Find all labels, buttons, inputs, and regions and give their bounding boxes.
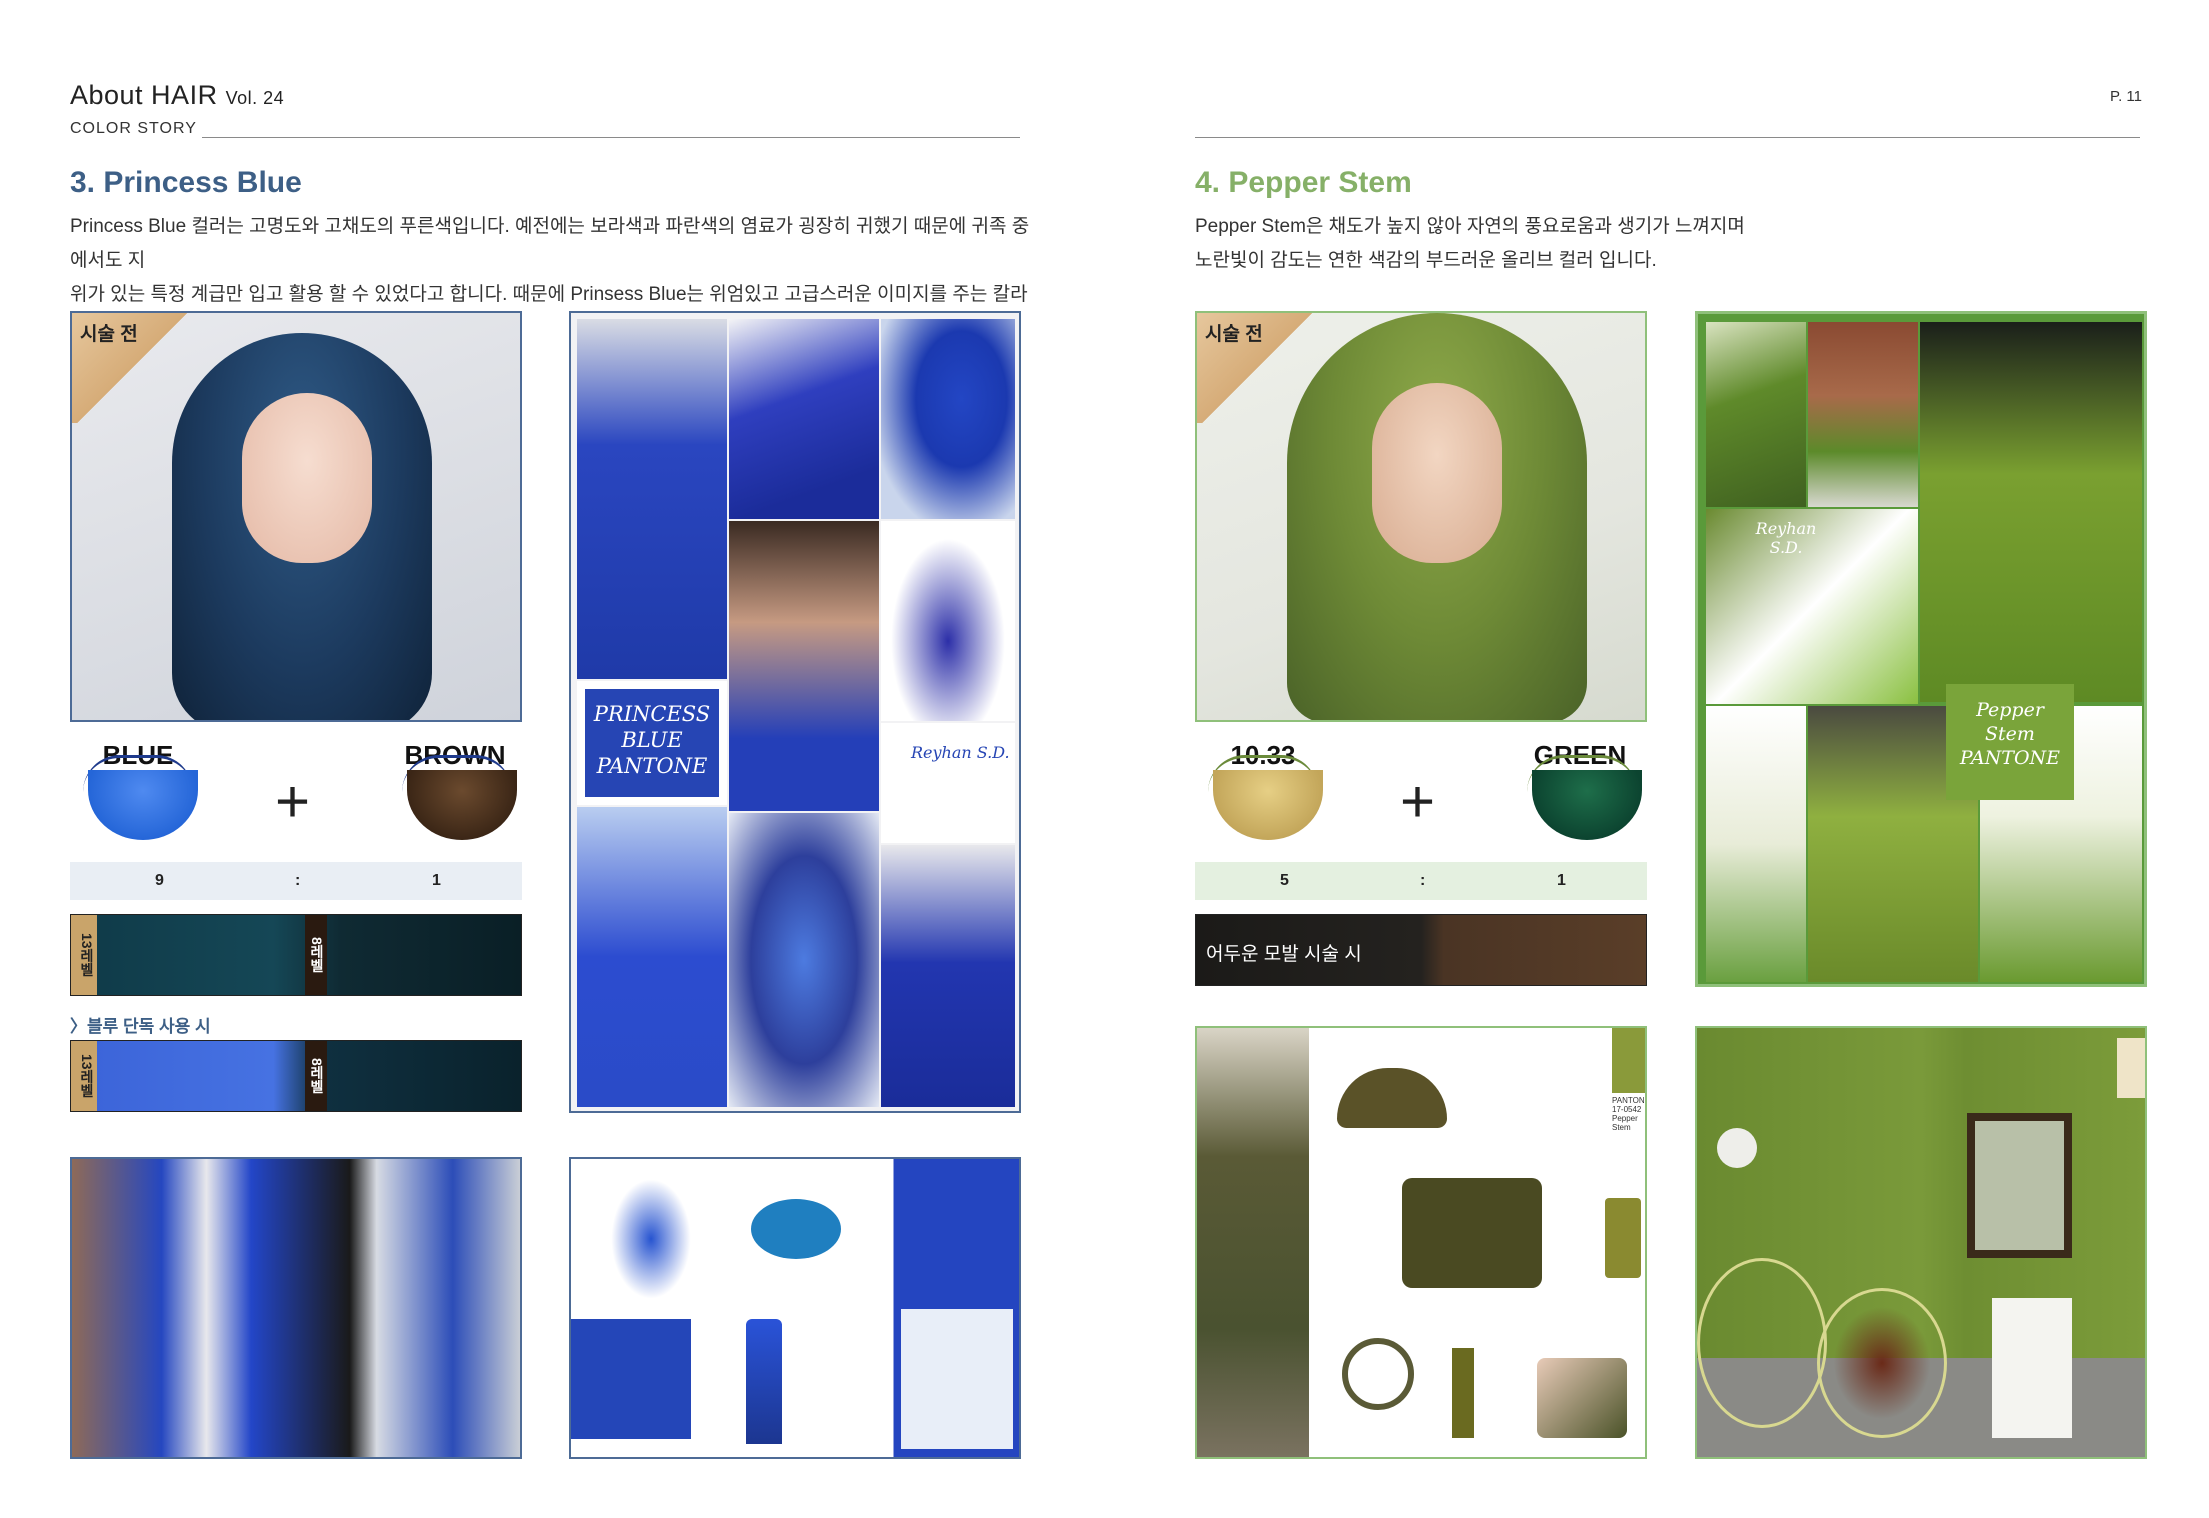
pantone-card-pepper-stem: Pepper Stem PANTONE bbox=[1946, 684, 2074, 800]
blue-porcelain-icon bbox=[901, 1309, 1013, 1449]
description-pepper-stem: Pepper Stem은 채도가 높지 않아 자연의 풍요로움과 생기가 느껴지… bbox=[1195, 210, 1795, 278]
pepper-stem-collage: Reyhan S.D. Pepper Stem PANTONE bbox=[1695, 311, 2147, 987]
collage-blue-leaves bbox=[881, 319, 1015, 519]
watermark-logo: Reyhan S.D. bbox=[911, 743, 1010, 762]
mix-ratio-bar: 9 : 1 bbox=[70, 862, 522, 900]
ratio-a: 9 bbox=[155, 872, 164, 889]
collage-pantone-area: PRINCESS BLUE PANTONE bbox=[577, 681, 727, 805]
section-title-princess-blue: 3. Princess Blue bbox=[70, 166, 302, 199]
pantone-chip-label: PANTONE 17-0542 Pepper Stem bbox=[1612, 1096, 1647, 1132]
collage-model-corset bbox=[729, 521, 879, 811]
description-line: 노란빛이 감도는 연한 색감의 부드러운 올리브 컬러 입니다. bbox=[1195, 250, 1657, 271]
chip-name: Pepper Stem bbox=[1612, 1114, 1638, 1132]
pantone-card-princess-blue: PRINCESS BLUE PANTONE bbox=[585, 689, 719, 797]
ratio-b: 1 bbox=[1557, 872, 1566, 889]
interior-chair-left bbox=[1697, 1258, 1827, 1428]
olive-nail-icon bbox=[1537, 1358, 1627, 1438]
pantone-line: PANTONE bbox=[596, 754, 708, 778]
collage-sapphire-earrings bbox=[881, 521, 1015, 721]
dark-hair-label: 어두운 모발 시술 시 bbox=[1206, 944, 1362, 965]
princess-blue-collage: PRINCESS BLUE PANTONE Reyhan S.D. bbox=[569, 311, 1021, 1113]
ratio-separator: : bbox=[1420, 872, 1426, 889]
face-shape bbox=[242, 393, 372, 563]
before-photo-princess-blue: 시술 전 bbox=[70, 311, 522, 722]
pantone-line: PRINCESS bbox=[593, 702, 711, 726]
single-use-label: 〉블루 단독 사용 시 bbox=[70, 1017, 211, 1036]
level-tag-end: 8레벨 bbox=[305, 1041, 327, 1111]
level-tag-end: 8레벨 bbox=[305, 915, 327, 995]
collage-blue-flowers bbox=[577, 807, 727, 1107]
olive-handbag-icon bbox=[1402, 1178, 1542, 1288]
pantone-line: Pepper bbox=[1976, 699, 2044, 721]
photo-olive-interior bbox=[1695, 1026, 2147, 1459]
mix-ratio-bar: 5 : 1 bbox=[1195, 862, 1647, 900]
watermark-logo: Reyhan S.D. bbox=[1755, 519, 1817, 557]
collage-green-botanical bbox=[1706, 322, 1806, 507]
collage-green-sofa-room bbox=[1808, 322, 1918, 507]
blue-dye-bowl-icon bbox=[88, 770, 198, 840]
photo-olive-fashion-objects: PANTONE 17-0542 Pepper Stem bbox=[1195, 1026, 1647, 1459]
level-tag-start: 13레벨 bbox=[71, 915, 97, 995]
olive-tube-icon bbox=[1605, 1198, 1641, 1278]
blue-bag-icon bbox=[571, 1319, 691, 1439]
description-line: Princess Blue 컬러는 고명도와 고채도의 푸른색입니다. 예전에는… bbox=[70, 216, 1030, 271]
collage-green-bottles: Reyhan S.D. bbox=[1706, 509, 1918, 704]
description-line: Pepper Stem은 채도가 높지 않아 자연의 풍요로움과 생기가 느껴지… bbox=[1195, 216, 1745, 237]
ratio-a: 5 bbox=[1280, 872, 1289, 889]
hair-strand-result-blue: 13레벨 8레벨 bbox=[70, 914, 522, 996]
level-tag-start: 13레벨 bbox=[71, 1041, 97, 1111]
plus-icon: + bbox=[1400, 768, 1436, 835]
collage-green-sketch bbox=[1706, 706, 1806, 982]
blue-mascara-icon bbox=[611, 1179, 691, 1299]
interior-pendant-lamp bbox=[2117, 1038, 2145, 1098]
collage-model-blue-dress bbox=[577, 319, 727, 679]
ratio-separator: : bbox=[295, 872, 301, 889]
chip-code: 17-0542 bbox=[1612, 1105, 1642, 1114]
brown-dye-bowl-icon bbox=[407, 770, 517, 840]
section-label: COLOR STORY bbox=[70, 120, 197, 137]
before-label: 시술 전 bbox=[80, 324, 138, 345]
pantone-line: BLUE bbox=[621, 728, 683, 752]
header-rule-left bbox=[202, 137, 1020, 138]
photo-blue-fashion-street bbox=[70, 1157, 522, 1459]
collage-model-green-fur bbox=[1920, 322, 2142, 702]
hair-strand-single-blue: 13레벨 8레벨 bbox=[70, 1040, 522, 1112]
header-rule-right bbox=[1195, 137, 2140, 138]
collage-blue-clutch bbox=[729, 319, 879, 519]
blue-eyeshadow-icon bbox=[751, 1199, 841, 1259]
olive-street-style bbox=[1197, 1028, 1309, 1457]
volume-label: Vol. 24 bbox=[225, 88, 285, 108]
gold-dye-bowl-icon bbox=[1213, 770, 1323, 840]
face-shape bbox=[1372, 383, 1502, 563]
plus-icon: + bbox=[275, 768, 311, 835]
interior-wall-lamp bbox=[1717, 1128, 1757, 1168]
interior-sink bbox=[1992, 1298, 2072, 1438]
hair-strand-dark-hair: 어두운 모발 시술 시 bbox=[1195, 914, 1647, 986]
olive-watch-icon bbox=[1342, 1338, 1414, 1410]
photo-blue-objects bbox=[569, 1157, 1021, 1459]
brand-name: About HAIR bbox=[70, 80, 218, 110]
interior-chair-right bbox=[1817, 1288, 1947, 1438]
olive-hat-icon bbox=[1337, 1068, 1447, 1128]
collage-watermark-tile: Reyhan S.D. bbox=[881, 723, 1015, 843]
olive-bottle-icon bbox=[1452, 1348, 1474, 1438]
ratio-b: 1 bbox=[432, 872, 441, 889]
page-number: P. 11 bbox=[2110, 88, 2142, 105]
magazine-brand: About HAIR Vol. 24 bbox=[70, 80, 284, 111]
collage-model-blue-suit bbox=[881, 845, 1015, 1107]
pantone-line: Stem bbox=[1985, 723, 2035, 745]
blue-lipstick-icon bbox=[746, 1319, 782, 1444]
section-title-pepper-stem: 4. Pepper Stem bbox=[1195, 166, 1412, 199]
collage-blue-lamp bbox=[729, 813, 879, 1107]
green-dye-bowl-icon bbox=[1532, 770, 1642, 840]
before-label: 시술 전 bbox=[1205, 324, 1263, 345]
pantone-chip-swatch bbox=[1612, 1028, 1645, 1093]
pantone-line: PANTONE bbox=[1959, 747, 2061, 769]
before-photo-pepper-stem: 시술 전 bbox=[1195, 311, 1647, 722]
chip-brand: PANTONE bbox=[1612, 1096, 1647, 1105]
interior-mirror bbox=[1967, 1113, 2072, 1258]
